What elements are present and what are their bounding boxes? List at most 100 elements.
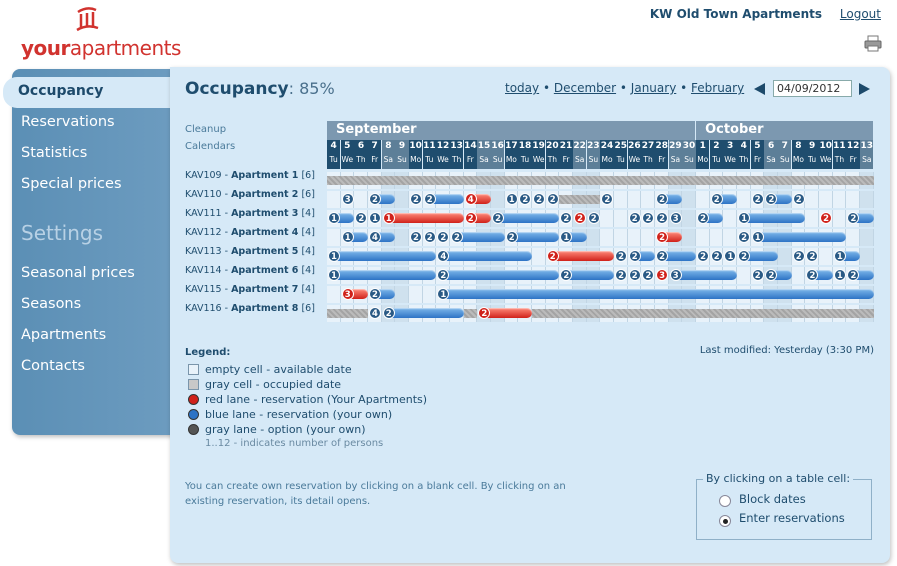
apartment-label[interactable]: KAV112 - Apartment 4 [4] <box>185 227 315 238</box>
calendar-cell[interactable] <box>600 229 615 246</box>
calendar-cell[interactable] <box>860 248 874 265</box>
apartment-label[interactable]: KAV115 - Apartment 7 [4] <box>185 284 315 295</box>
apartment-label[interactable]: KAV114 - Apartment 6 [4] <box>185 265 315 276</box>
cleanup-link[interactable]: Cleanup <box>185 124 226 135</box>
apartment-label[interactable]: KAV110 - Apartment 2 [6] <box>185 189 315 200</box>
persons-badge[interactable]: 4 <box>464 193 477 205</box>
persons-badge[interactable]: 2 <box>628 212 641 224</box>
calendar-cell[interactable] <box>395 191 409 208</box>
calendar-cell[interactable] <box>723 229 738 246</box>
calendar-cell[interactable] <box>682 191 697 208</box>
calendar-cell[interactable] <box>682 229 697 246</box>
persons-badge[interactable]: 2 <box>492 212 505 224</box>
persons-badge[interactable]: 2 <box>505 231 518 243</box>
calendar-cell[interactable] <box>614 229 628 246</box>
reservation-lane[interactable] <box>751 232 847 242</box>
persons-badge[interactable]: 2 <box>410 193 423 205</box>
calendar-cell[interactable] <box>395 229 409 246</box>
persons-badge[interactable]: 1 <box>382 212 395 224</box>
persons-badge[interactable]: 2 <box>423 231 436 243</box>
calendar-cell[interactable] <box>832 191 847 208</box>
persons-badge[interactable]: 1 <box>328 250 340 262</box>
calendar-cell[interactable] <box>395 286 409 303</box>
persons-badge[interactable]: 2 <box>738 250 751 262</box>
calendar-cell[interactable] <box>614 210 628 227</box>
reservation-lane[interactable] <box>382 213 464 223</box>
persons-badge[interactable]: 2 <box>710 193 723 205</box>
calendar-cell[interactable] <box>860 191 874 208</box>
calendar-cell[interactable] <box>860 229 874 246</box>
calendar-cell[interactable] <box>778 248 792 265</box>
prev-arrow-icon[interactable] <box>754 83 765 95</box>
persons-badge[interactable]: 2 <box>546 193 559 205</box>
calendar-cell[interactable] <box>709 229 724 246</box>
persons-badge[interactable]: 2 <box>738 231 751 243</box>
calendar-cell[interactable] <box>354 191 368 208</box>
persons-badge[interactable]: 2 <box>369 288 381 300</box>
calendar-cell[interactable] <box>641 229 656 246</box>
persons-badge[interactable]: 2 <box>656 193 669 205</box>
calendar-cell[interactable] <box>696 229 710 246</box>
enter-reservations-radio[interactable] <box>719 515 731 527</box>
persons-badge[interactable]: 2 <box>697 212 710 224</box>
block-dates-radio[interactable] <box>719 495 731 507</box>
persons-badge[interactable]: 1 <box>341 231 354 243</box>
persons-badge[interactable]: 2 <box>751 193 764 205</box>
logo[interactable]: yourapartments <box>18 4 181 64</box>
persons-badge[interactable]: 2 <box>751 269 764 281</box>
sidebar-item-apartments[interactable]: Apartments <box>21 327 106 343</box>
calendar-cell[interactable] <box>600 210 615 227</box>
december-link[interactable]: December <box>554 81 616 95</box>
persons-badge[interactable]: 2 <box>615 250 628 262</box>
february-link[interactable]: February <box>691 81 744 95</box>
apartment-label[interactable]: KAV109 - Apartment 1 [6] <box>185 170 315 181</box>
persons-badge[interactable]: 2 <box>656 212 669 224</box>
sidebar-item-contacts[interactable]: Contacts <box>21 358 85 374</box>
persons-badge[interactable]: 2 <box>587 212 600 224</box>
sidebar-item-reservations[interactable]: Reservations <box>21 114 115 130</box>
calendar-cell[interactable] <box>791 267 806 284</box>
persons-badge[interactable]: 1 <box>751 231 764 243</box>
persons-badge[interactable]: 3 <box>669 212 682 224</box>
reservation-lane[interactable] <box>437 251 533 261</box>
calendar-cell[interactable] <box>846 191 861 208</box>
reservation-lane[interactable] <box>437 270 560 280</box>
persons-badge[interactable]: 2 <box>533 193 546 205</box>
persons-badge[interactable]: 2 <box>546 250 559 262</box>
persons-badge[interactable]: 2 <box>628 250 641 262</box>
persons-badge[interactable]: 3 <box>669 269 682 281</box>
persons-badge[interactable]: 2 <box>656 250 669 262</box>
calendars-link[interactable]: Calendars <box>185 141 235 152</box>
persons-badge[interactable]: 1 <box>505 193 518 205</box>
calendar-cell[interactable] <box>586 229 601 246</box>
calendar-cell[interactable] <box>327 191 341 208</box>
date-input[interactable] <box>773 80 852 97</box>
persons-badge[interactable]: 2 <box>628 269 641 281</box>
calendar-cell[interactable] <box>532 248 546 265</box>
persons-badge[interactable]: 3 <box>656 269 669 281</box>
calendar-cell[interactable] <box>846 229 861 246</box>
persons-badge[interactable]: 1 <box>328 212 340 224</box>
persons-badge[interactable]: 1 <box>833 269 846 281</box>
persons-badge[interactable]: 1 <box>369 212 381 224</box>
calendar-cell[interactable] <box>819 248 833 265</box>
persons-badge[interactable]: 2 <box>464 212 477 224</box>
calendar-cell[interactable] <box>627 229 642 246</box>
persons-badge[interactable]: 2 <box>697 250 710 262</box>
persons-badge[interactable]: 2 <box>792 250 805 262</box>
calendar-cell[interactable] <box>422 286 437 303</box>
calendar-cell[interactable] <box>491 191 505 208</box>
today-link[interactable]: today <box>505 81 539 95</box>
reservation-lane[interactable] <box>328 270 437 280</box>
january-link[interactable]: January <box>631 81 677 95</box>
apartment-label[interactable]: KAV116 - Apartment 8 [6] <box>185 303 315 314</box>
calendar-cell[interactable] <box>614 191 628 208</box>
reservation-lane[interactable] <box>382 308 464 318</box>
calendar-cell[interactable] <box>805 191 820 208</box>
calendar-cell[interactable] <box>327 286 341 303</box>
calendar-cell[interactable] <box>832 210 847 227</box>
persons-badge[interactable]: 2 <box>423 193 436 205</box>
persons-badge[interactable]: 2 <box>369 193 381 205</box>
calendar-cell[interactable] <box>409 286 423 303</box>
sidebar-item-statistics[interactable]: Statistics <box>21 145 87 161</box>
